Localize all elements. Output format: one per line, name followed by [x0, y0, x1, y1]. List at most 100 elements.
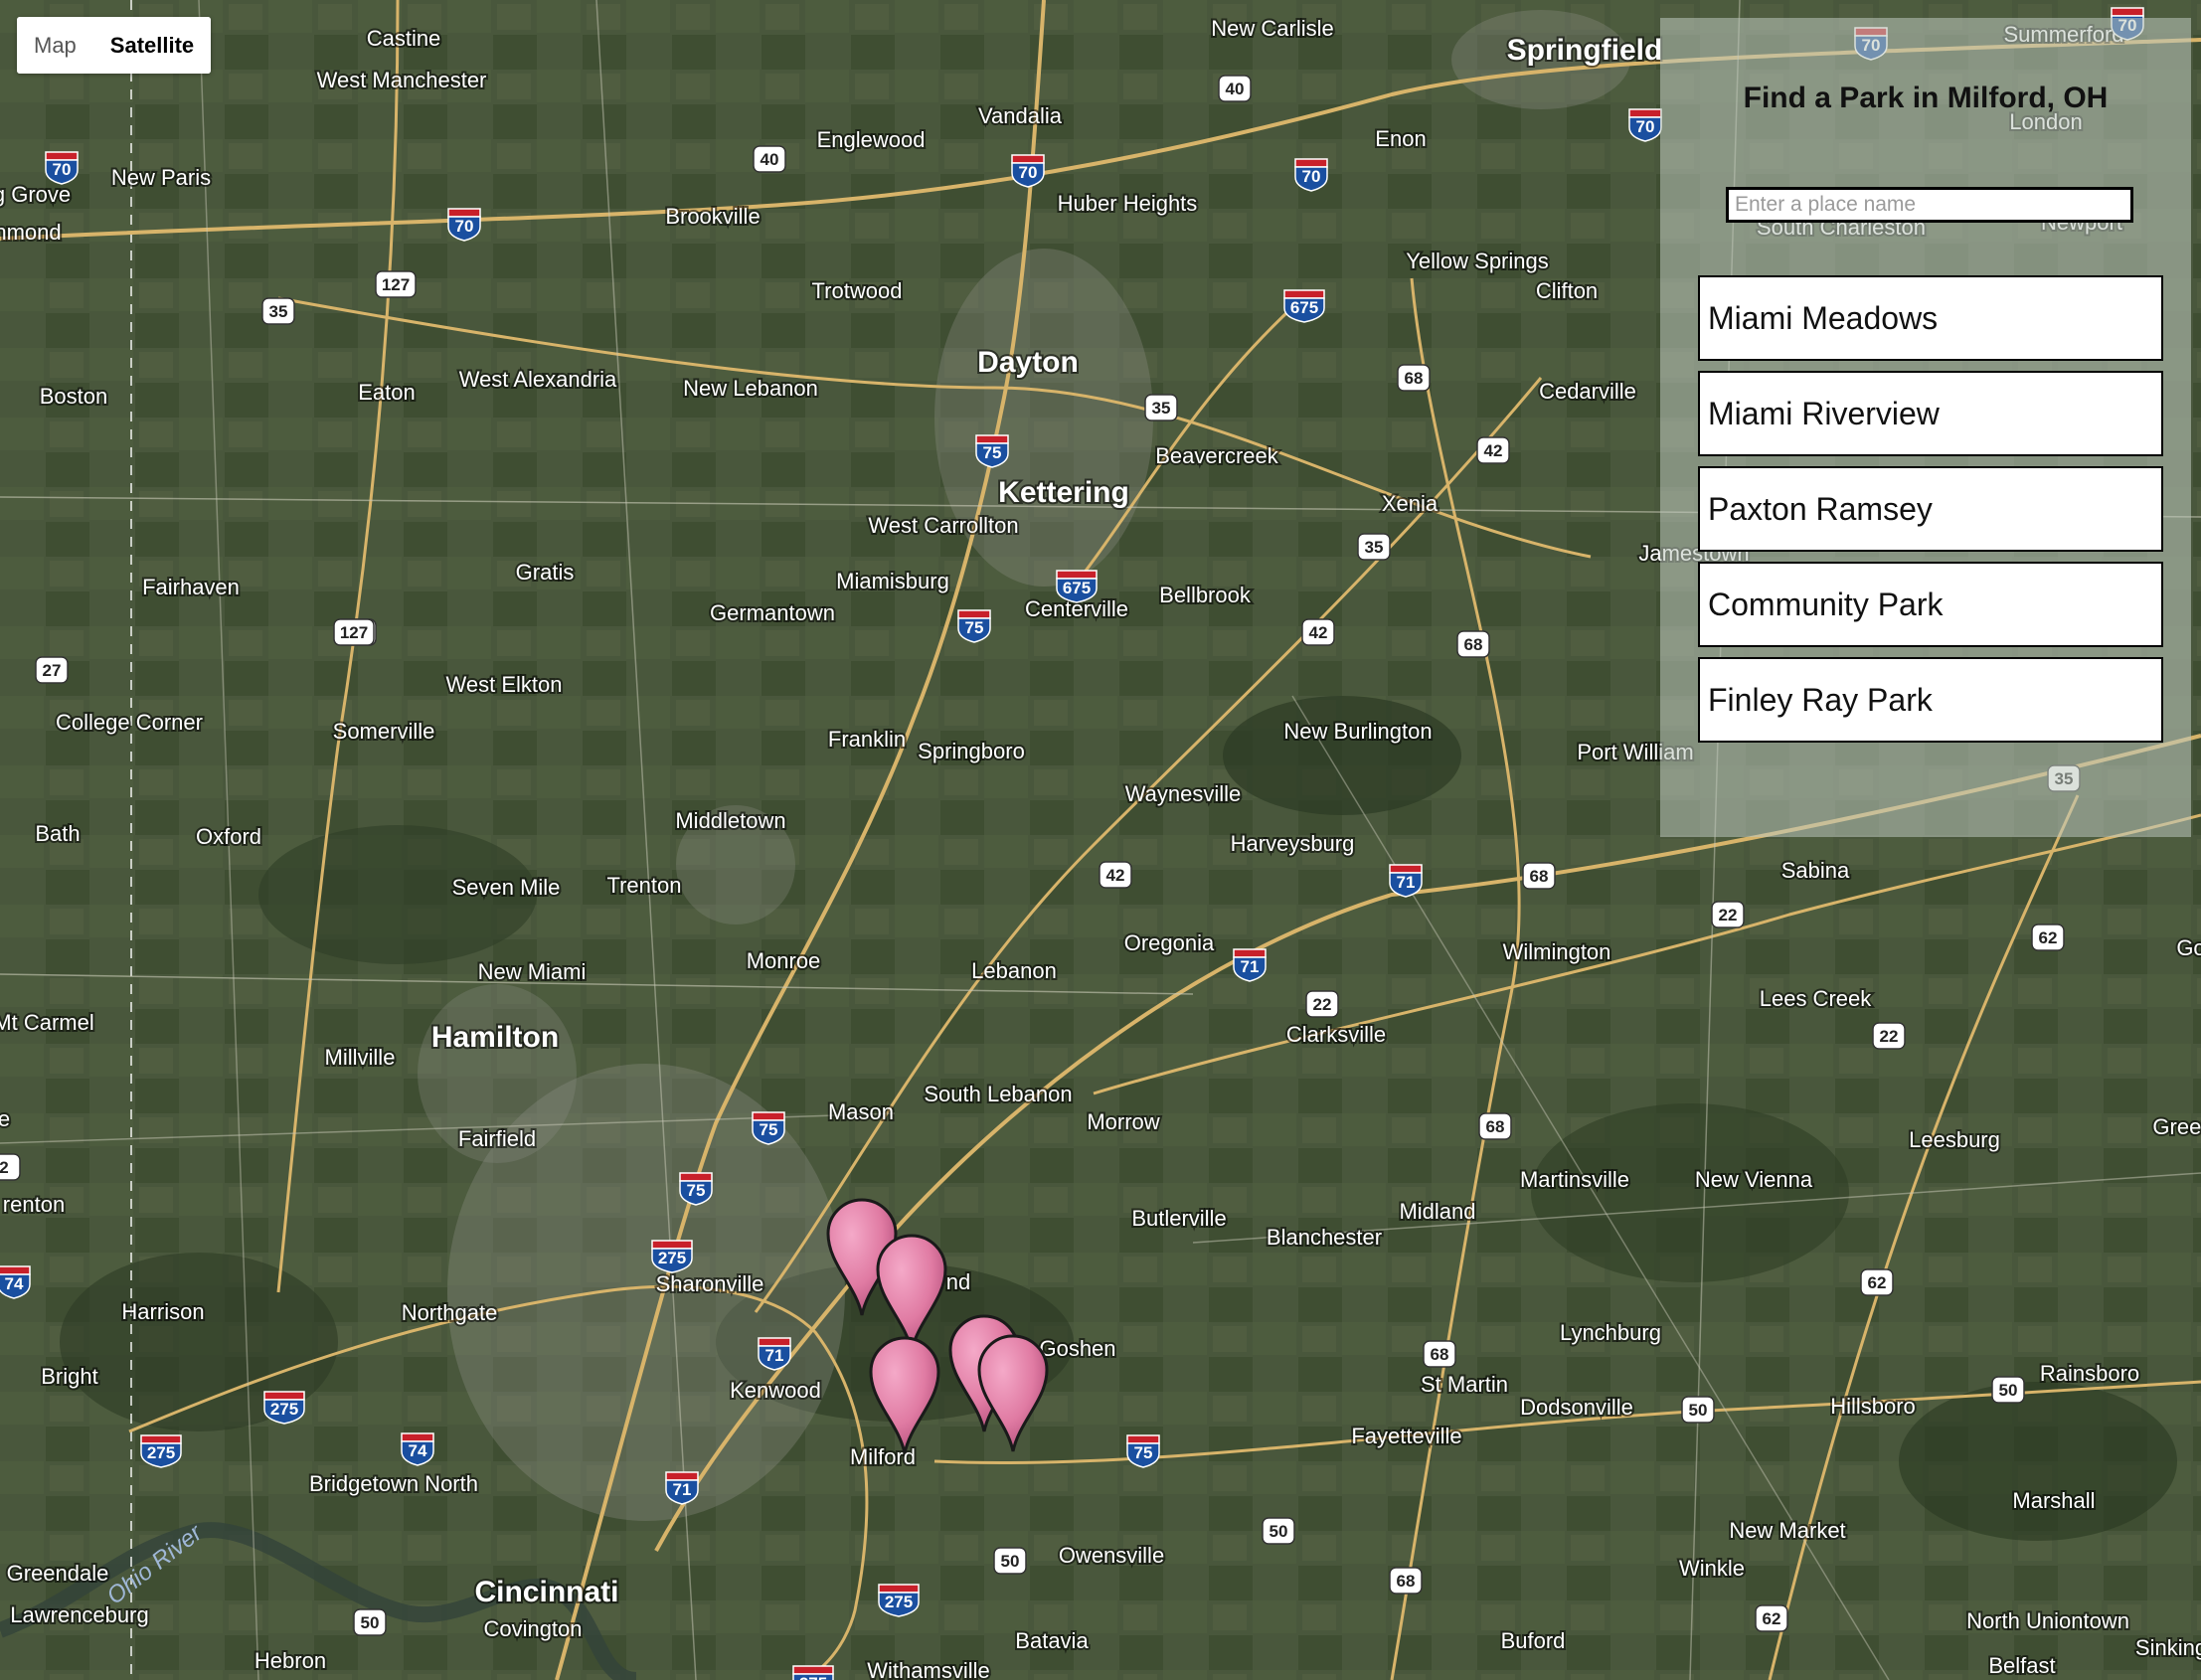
place-label: Leesburg [1909, 1127, 2000, 1152]
place-label: Bellbrook [1159, 583, 1252, 607]
place-label: Sharonville [656, 1271, 764, 1296]
place-label: Dayton [977, 346, 1079, 379]
us-route-shield: 40 [1218, 75, 1252, 102]
place-label: Midland [1399, 1199, 1475, 1224]
svg-text:40: 40 [761, 150, 779, 169]
place-label: Lebanon [971, 958, 1057, 983]
place-label: Fairhaven [142, 575, 240, 599]
svg-text:127: 127 [382, 275, 410, 294]
us-route-shield: 68 [1389, 1567, 1423, 1595]
svg-text:50: 50 [361, 1613, 380, 1632]
svg-text:71: 71 [765, 1346, 784, 1365]
place-label: Marshall [2012, 1488, 2095, 1513]
interstate-shield: 75 [752, 1111, 785, 1145]
place-label: Dodsonville [1520, 1395, 1633, 1420]
interstate-shield: 275 [651, 1240, 693, 1273]
place-label: Gratis [516, 560, 575, 585]
place-label: Enon [1375, 126, 1426, 151]
place-label: New Lebanon [683, 376, 818, 401]
svg-text:35: 35 [269, 302, 288, 321]
map-type-map-button[interactable]: Map [17, 17, 93, 74]
place-label: New Carlisle [1211, 16, 1333, 41]
place-label: Waynesville [1125, 781, 1242, 806]
us-route-shield: 50 [353, 1608, 387, 1636]
place-label: Castine [367, 26, 441, 51]
place-label: Mt Carmel [0, 1010, 94, 1035]
place-label: hmond [0, 220, 62, 245]
place-label: Franklin [828, 727, 906, 752]
svg-text:68: 68 [1397, 1572, 1416, 1591]
interstate-shield: 75 [1126, 1434, 1160, 1468]
place-label: Winkle [1679, 1556, 1745, 1581]
place-label: Seven Mile [452, 875, 561, 900]
svg-text:71: 71 [1241, 957, 1260, 976]
place-label: Hebron [254, 1648, 326, 1673]
us-route-shield: 35 [1144, 394, 1178, 421]
svg-text:71: 71 [1397, 873, 1416, 892]
svg-text:35: 35 [1152, 399, 1171, 418]
svg-text:62: 62 [2039, 928, 2058, 947]
svg-text:70: 70 [455, 217, 474, 236]
interstate-shield: 675 [1283, 289, 1325, 323]
park-list-item[interactable]: Community Park [1698, 562, 2163, 647]
place-label: South Lebanon [924, 1082, 1072, 1106]
svg-text:42: 42 [1309, 623, 1328, 642]
place-label: New Burlington [1283, 719, 1432, 744]
interstate-shield: 71 [1233, 948, 1267, 982]
svg-text:35: 35 [1365, 538, 1384, 557]
us-route-shield: 35 [1357, 533, 1391, 561]
park-list-item[interactable]: Miami Riverview [1698, 371, 2163, 456]
svg-text:127: 127 [340, 623, 368, 642]
us-route-shield: 35 [261, 297, 295, 325]
place-label: College Corner [56, 710, 203, 735]
interstate-shield: 70 [1628, 108, 1662, 142]
us-route-shield: 40 [753, 145, 786, 173]
place-label: Beavercreek [1155, 443, 1279, 468]
park-list-item[interactable]: Finley Ray Park [1698, 657, 2163, 743]
svg-text:75: 75 [965, 618, 984, 637]
interstate-shield: 275 [140, 1434, 182, 1468]
svg-text:675: 675 [1063, 579, 1091, 597]
svg-text:22: 22 [1719, 906, 1738, 924]
us-route-shield: 22 [1711, 901, 1745, 928]
us-route-shield: 62 [2031, 924, 2065, 951]
place-label: Lawrenceburg [10, 1602, 148, 1627]
place-label: Green [2152, 1114, 2201, 1139]
place-label: Rainsboro [2040, 1361, 2139, 1386]
map-type-satellite-button[interactable]: Satellite [92, 17, 212, 74]
place-label: Somerville [333, 719, 435, 744]
svg-text:74: 74 [5, 1274, 24, 1293]
place-label: West Carrollton [868, 513, 1018, 538]
place-label: Lynchburg [1560, 1320, 1661, 1345]
park-list-item[interactable]: Paxton Ramsey [1698, 466, 2163, 552]
panel-title: Find a Park in Milford, OH [1743, 82, 2109, 114]
place-label: Bright [41, 1364, 97, 1389]
place-label: Bridgetown North [309, 1471, 478, 1496]
us-route-shield: 2 [0, 1153, 21, 1181]
svg-text:22: 22 [1880, 1027, 1899, 1046]
place-label: Eaton [358, 380, 416, 405]
us-route-shield: 22 [1305, 990, 1339, 1018]
svg-text:2: 2 [0, 1158, 9, 1177]
interstate-shield: 74 [401, 1432, 434, 1466]
svg-text:70: 70 [1636, 117, 1655, 136]
interstate-shield: 71 [665, 1471, 699, 1505]
map-viewport[interactable]: Springfield Dayton Kettering Hamilton Cincin… [0, 0, 2201, 1680]
us-route-shield: 42 [1476, 436, 1510, 464]
us-route-shield: 127 [375, 270, 417, 298]
interstate-shield: 70 [1011, 154, 1045, 188]
place-label: Kenwood [730, 1378, 821, 1403]
park-list-item[interactable]: Miami Meadows [1698, 275, 2163, 361]
svg-text:275: 275 [147, 1443, 175, 1462]
place-label: Vandalia [978, 103, 1063, 128]
place-label: Fairfield [458, 1126, 536, 1151]
place-label: West Alexandria [459, 367, 617, 392]
place-label: Martinsville [1520, 1167, 1629, 1192]
svg-text:50: 50 [1270, 1522, 1288, 1541]
place-search-input[interactable] [1726, 187, 2133, 223]
interstate-shield: 75 [975, 434, 1009, 468]
place-label: New Miami [478, 959, 587, 984]
place-label: Buford [1501, 1628, 1566, 1653]
interstate-shield: 71 [1389, 864, 1423, 898]
interstate-shield: 75 [957, 609, 991, 643]
